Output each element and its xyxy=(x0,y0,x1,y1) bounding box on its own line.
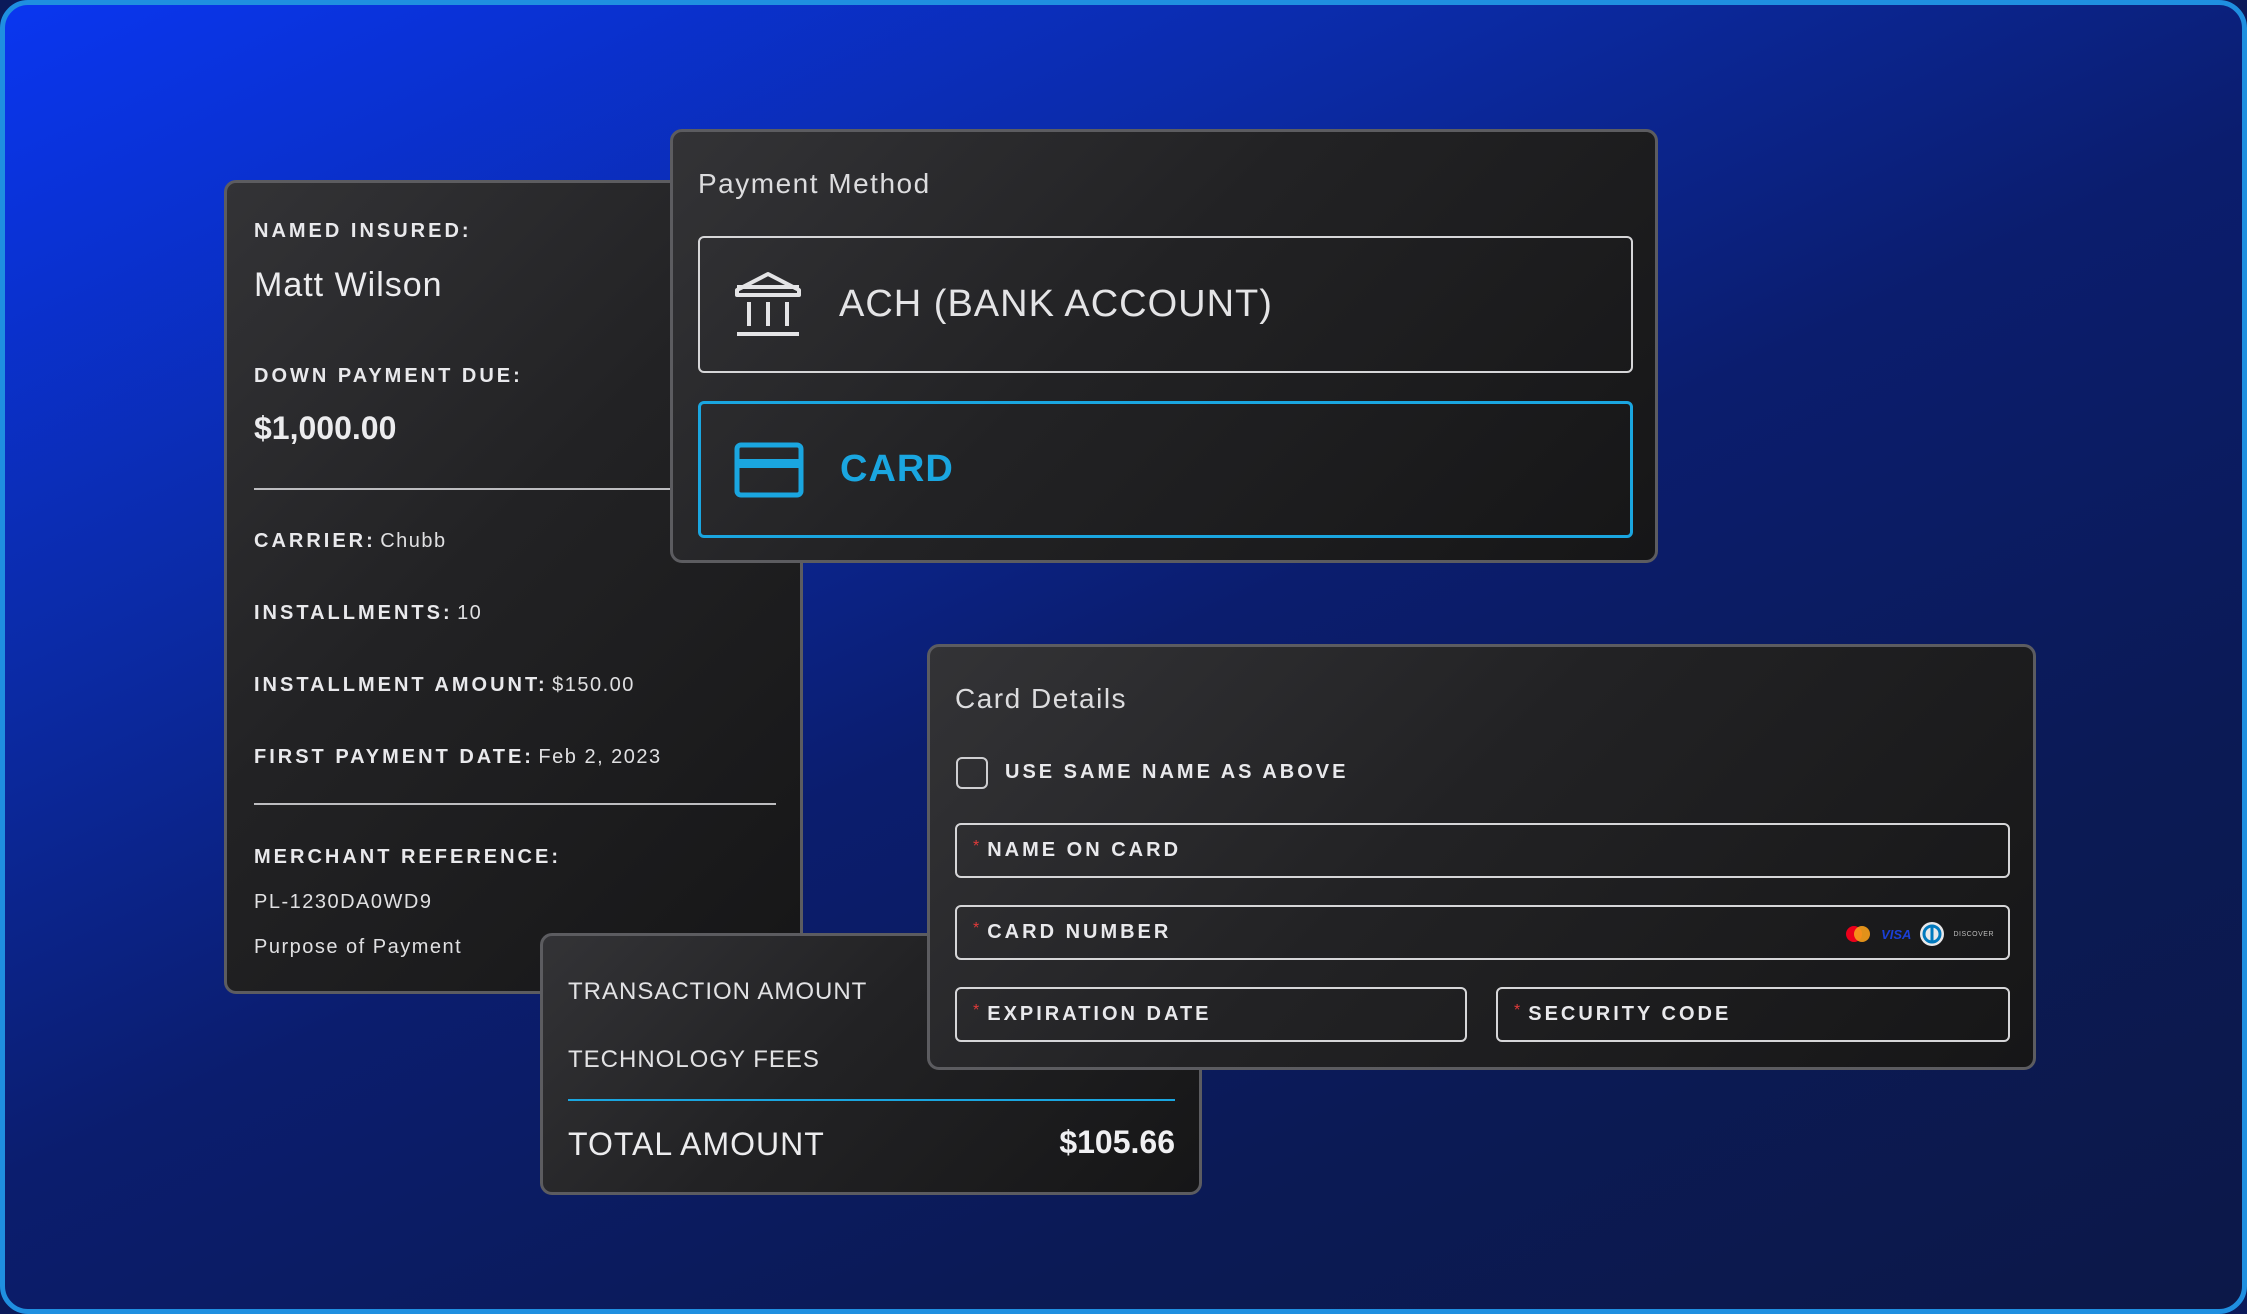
technology-fees-label: TECHNOLOGY FEES xyxy=(568,1046,820,1073)
purpose-of-payment-text: Purpose of Payment xyxy=(254,936,463,958)
card-details-card: Card Details USE SAME NAME AS ABOVE * NA… xyxy=(927,644,2036,1070)
down-payment-label: DOWN PAYMENT DUE: xyxy=(254,365,523,387)
card-option-label: CARD xyxy=(840,448,954,490)
discover-icon: DISCOVER xyxy=(1953,930,1994,938)
name-on-card-field[interactable]: * NAME ON CARD xyxy=(955,823,2010,878)
transaction-amount-label: TRANSACTION AMOUNT xyxy=(568,978,868,1005)
total-amount-label: TOTAL AMOUNT xyxy=(568,1126,825,1162)
carrier-value: Chubb xyxy=(380,530,447,552)
installments-value: 10 xyxy=(457,602,483,624)
name-on-card-label: NAME ON CARD xyxy=(987,839,1182,861)
named-insured-value: Matt Wilson xyxy=(254,266,443,304)
first-payment-value: Feb 2, 2023 xyxy=(538,746,662,768)
same-name-label[interactable]: USE SAME NAME AS ABOVE xyxy=(1005,761,1348,784)
first-payment-row: FIRST PAYMENT DATE: Feb 2, 2023 xyxy=(254,746,662,769)
diners-club-icon xyxy=(1920,922,1945,946)
required-marker: * xyxy=(973,919,980,937)
summary-divider-bottom xyxy=(254,803,776,805)
total-amount-value: $105.66 xyxy=(1059,1124,1175,1160)
carrier-label: CARRIER: xyxy=(254,530,376,552)
totals-divider xyxy=(568,1099,1175,1101)
same-name-checkbox[interactable] xyxy=(956,757,988,789)
visa-icon: VISA xyxy=(1881,926,1912,942)
installments-row: INSTALLMENTS: 10 xyxy=(254,602,482,625)
named-insured-label: NAMED INSURED: xyxy=(254,220,472,242)
ach-option-label: ACH (BANK ACCOUNT) xyxy=(839,283,1273,325)
card-details-title: Card Details xyxy=(955,683,1128,714)
down-payment-value: $1,000.00 xyxy=(254,410,397,446)
installment-amount-value: $150.00 xyxy=(552,674,635,696)
carrier-row: CARRIER: Chubb xyxy=(254,530,447,553)
expiration-date-field[interactable]: * EXPIRATION DATE xyxy=(955,987,1467,1042)
required-marker: * xyxy=(973,837,980,855)
first-payment-label: FIRST PAYMENT DATE: xyxy=(254,746,534,768)
card-option[interactable]: CARD xyxy=(698,401,1633,538)
card-number-field[interactable]: * CARD NUMBER VISA DISCOVER xyxy=(955,905,2010,960)
installments-label: INSTALLMENTS: xyxy=(254,602,453,624)
installment-amount-row: INSTALLMENT AMOUNT: $150.00 xyxy=(254,674,635,697)
security-code-field[interactable]: * SECURITY CODE xyxy=(1496,987,2010,1042)
mastercard-icon xyxy=(1846,926,1871,942)
installment-amount-label: INSTALLMENT AMOUNT: xyxy=(254,674,548,696)
expiration-date-label: EXPIRATION DATE xyxy=(987,1003,1212,1025)
card-number-label: CARD NUMBER xyxy=(987,921,1172,943)
card-brands: VISA DISCOVER xyxy=(1843,921,1994,947)
merchant-reference-label: MERCHANT REFERENCE: xyxy=(254,846,561,868)
security-code-label: SECURITY CODE xyxy=(1528,1003,1732,1025)
credit-card-icon xyxy=(734,435,804,505)
merchant-reference-value: PL-1230DA0WD9 xyxy=(254,891,433,913)
bank-icon xyxy=(733,270,803,340)
required-marker: * xyxy=(1514,1001,1521,1019)
required-marker: * xyxy=(973,1001,980,1019)
ach-option[interactable]: ACH (BANK ACCOUNT) xyxy=(698,236,1633,373)
payment-method-title: Payment Method xyxy=(698,168,931,199)
payment-method-card: Payment Method ACH (BANK ACCOUNT) CARD xyxy=(670,129,1658,563)
background-frame: NAMED INSURED: Matt Wilson DOWN PAYMENT … xyxy=(0,0,2247,1314)
